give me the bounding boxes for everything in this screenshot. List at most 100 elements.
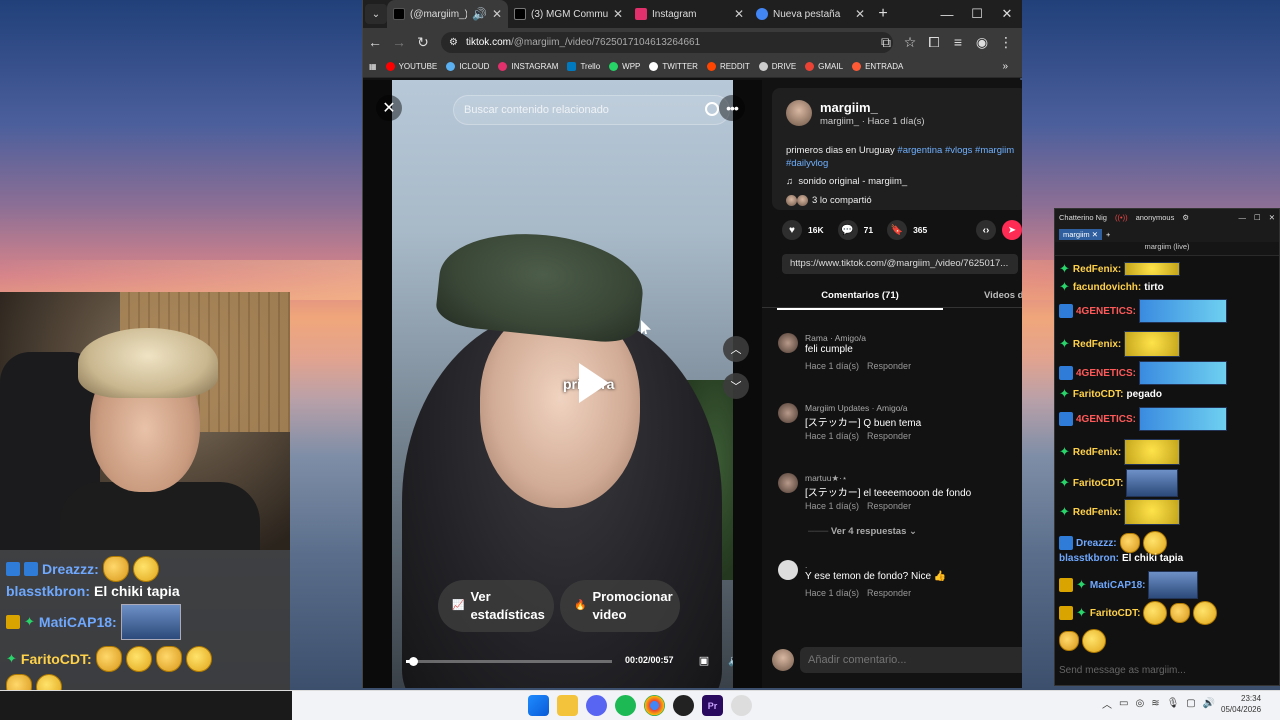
author-avatar[interactable] [786, 100, 812, 126]
maximize-icon[interactable]: ☐ [1254, 213, 1261, 222]
account-name[interactable]: anonymous [1136, 213, 1175, 222]
media-icon[interactable]: ≡ [946, 30, 970, 54]
tab-tiktok[interactable]: (@margiim_) 🔊 ✕ [387, 0, 508, 28]
chat-user[interactable]: FaritoCDT: [1073, 478, 1124, 489]
commenter-avatar[interactable] [778, 403, 798, 423]
embed-icon[interactable]: ‹› [976, 220, 996, 240]
hashtag-links[interactable]: #argentina #vlogs #margiim [897, 145, 1014, 156]
hashtag-link[interactable]: #dailyvlog [786, 158, 828, 169]
search-icon[interactable] [705, 102, 719, 116]
bookmark-icloud[interactable]: ICLOUD [446, 62, 489, 71]
tab-x[interactable]: (3) MGM Community ✕ [508, 0, 629, 28]
settings-gear-icon[interactable]: ⚙ [1182, 213, 1189, 222]
site-info-icon[interactable]: ⚙ [449, 37, 458, 48]
forward-icon[interactable]: → [387, 30, 411, 54]
previous-video-icon[interactable]: ︿ [723, 336, 749, 362]
commenter-name[interactable]: martuu★·⋆ [805, 473, 847, 484]
bookmark-star-icon[interactable]: ☆ [898, 30, 922, 54]
tab-margiim[interactable]: margiim ✕ [1059, 228, 1103, 240]
menu-icon[interactable]: ⋮ [994, 30, 1018, 54]
chat-user[interactable]: facundovichh: [1073, 282, 1141, 293]
commenter-avatar[interactable] [778, 333, 798, 353]
display-icon[interactable]: ▢ [1186, 698, 1195, 709]
reload-icon[interactable]: ↻ [411, 30, 435, 54]
reply-button[interactable]: Responder [867, 588, 911, 598]
microphone-icon[interactable]: 🎙 [1167, 698, 1180, 709]
chat-user[interactable]: 4GENETICS: [1076, 414, 1136, 425]
bookmark-wpp[interactable]: WPP [609, 62, 640, 71]
tab-new[interactable]: Nueva pestaña ✕ [750, 0, 871, 28]
promote-video-button[interactable]: 🔥 Promocionar video [560, 580, 680, 632]
add-comment-input[interactable] [800, 647, 1022, 673]
back-icon[interactable]: ← [363, 30, 387, 54]
install-icon[interactable]: ⧉ [874, 30, 898, 54]
chat-user[interactable]: 4GENETICS: [1076, 306, 1136, 317]
tab-creator-videos[interactable]: Videos d [984, 290, 1022, 301]
maximize-icon[interactable]: ☐ [962, 0, 992, 28]
volume-icon[interactable]: 🔊 [722, 647, 733, 673]
close-window-icon[interactable]: ✕ [1269, 213, 1275, 222]
clock[interactable]: 23:34 05/04/2026 [1221, 694, 1261, 716]
bookmark-gmail[interactable]: GMAIL [805, 62, 843, 71]
view-stats-button[interactable]: 📈 Ver estadísticas [438, 580, 554, 632]
battery-icon[interactable]: ▭ [1119, 698, 1128, 709]
discord-icon[interactable] [586, 695, 607, 716]
speaker-icon[interactable]: 🔊 [1203, 698, 1215, 709]
view-replies-button[interactable]: ─── Ver 4 respuestas ⌄ [808, 526, 917, 537]
sound-link[interactable]: ♫ sonido original - margiim_ [786, 176, 907, 187]
video-player[interactable]: primera Buscar contenido relacionado 📈 V… [392, 80, 733, 688]
progress-bar[interactable] [406, 657, 612, 666]
tab-comments[interactable]: Comentarios (71) [777, 290, 943, 310]
related-search-input[interactable]: Buscar contenido relacionado [453, 95, 730, 125]
more-options-icon[interactable]: ••• [719, 95, 745, 121]
close-tab-icon[interactable]: ✕ [492, 7, 502, 21]
commenter-name[interactable]: Margiim Updates · Amigo/a [805, 403, 908, 413]
apps-icon[interactable]: ▦ [369, 62, 377, 71]
author-username[interactable]: margiim_ [820, 100, 878, 115]
chat-user[interactable]: blasstkbron: [1059, 553, 1119, 564]
close-window-icon[interactable]: ✕ [992, 0, 1022, 28]
address-bar[interactable]: ⚙ tiktok.com/@margiim_/video/76250171046… [441, 32, 893, 53]
bookmark-youtube[interactable]: YOUTUBE [385, 62, 437, 71]
chat-user[interactable]: RedFenix: [1073, 339, 1121, 350]
reply-button[interactable]: Responder [867, 431, 911, 441]
speaker-icon[interactable]: 🔊 [472, 7, 487, 21]
spotify-icon[interactable] [615, 695, 636, 716]
wifi-icon[interactable]: ≋ [1151, 698, 1159, 709]
reply-button[interactable]: Responder [867, 361, 911, 371]
windows-start-icon[interactable] [528, 695, 549, 716]
commenter-name[interactable]: . [805, 560, 807, 570]
bookmark-icon[interactable]: 🔖 [887, 220, 908, 240]
send-message-input[interactable]: Send message as margiim... [1059, 665, 1186, 676]
commenter-name[interactable]: Rama · Amigo/a [805, 333, 866, 343]
comment-icon[interactable]: 💬 [837, 220, 858, 240]
close-tab-icon[interactable]: ✕ [734, 7, 744, 21]
bookmark-twitter[interactable]: TWITTER [649, 62, 698, 71]
chat-user[interactable]: RedFenix: [1073, 264, 1121, 275]
chat-user[interactable]: FaritoCDT: [1090, 608, 1141, 619]
profile-icon[interactable]: ◉ [970, 30, 994, 54]
close-video-icon[interactable]: ✕ [376, 95, 402, 121]
bookmark-instagram[interactable]: INSTAGRAM [498, 62, 558, 71]
reply-button[interactable]: Responder [867, 501, 911, 511]
network-icon[interactable]: ◎ [1135, 698, 1144, 709]
chrome-icon[interactable] [644, 695, 665, 716]
obs-icon[interactable] [673, 695, 694, 716]
tab-search-button[interactable]: ⌄ [365, 4, 387, 24]
bookmark-entrada[interactable]: ENTRADA [852, 62, 903, 71]
close-tab-icon[interactable]: ✕ [855, 7, 865, 21]
tab-instagram[interactable]: Instagram ✕ [629, 0, 750, 28]
close-tab-icon[interactable]: ✕ [613, 7, 623, 21]
pip-icon[interactable]: ▣ [691, 647, 717, 673]
commenter-avatar[interactable] [778, 560, 798, 580]
minimize-icon[interactable]: — [932, 0, 962, 28]
chat-user[interactable]: RedFenix: [1073, 507, 1121, 518]
extensions-icon[interactable]: ⧠ [922, 30, 946, 54]
chat-user[interactable]: Dreazzz: [1076, 538, 1117, 549]
add-tab-icon[interactable]: + [1106, 230, 1110, 239]
chat-user[interactable]: MatiCAP18: [1090, 580, 1146, 591]
share-url-field[interactable]: https://www.tiktok.com/@margiim_/video/7… [782, 254, 1018, 274]
shared-by[interactable]: 3 lo compartió [786, 195, 872, 206]
play-icon[interactable] [579, 363, 609, 403]
bookmark-reddit[interactable]: REDDIT [706, 62, 750, 71]
